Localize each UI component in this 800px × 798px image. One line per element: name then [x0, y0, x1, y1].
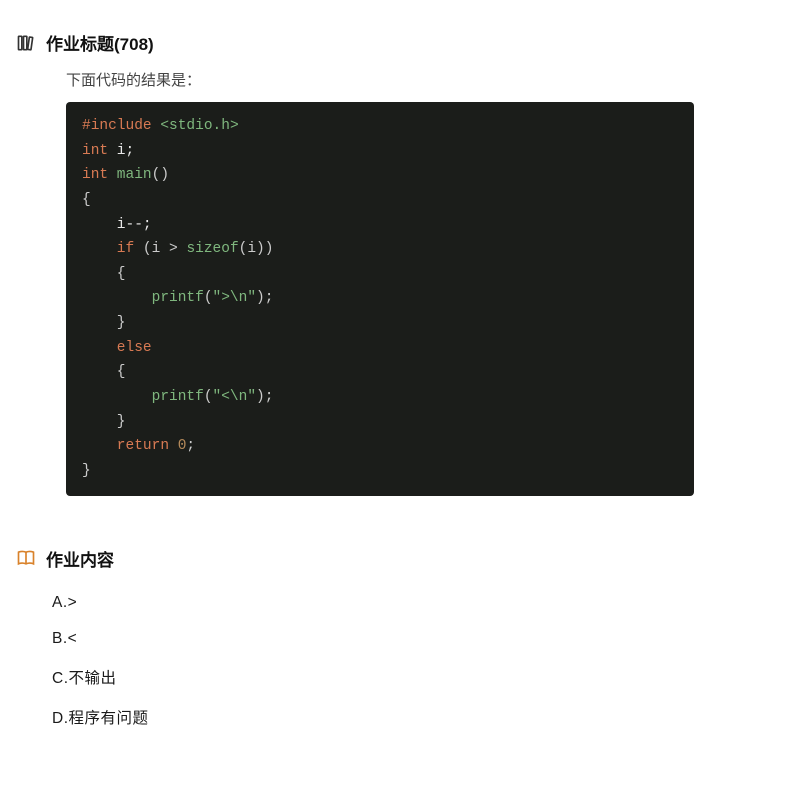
code-token: sizeof [186, 241, 238, 257]
option-a[interactable]: A.> [52, 585, 784, 621]
code-token: i--; [82, 217, 152, 233]
code-token: } [82, 414, 126, 430]
code-token: { [82, 364, 126, 380]
books-icon [16, 33, 36, 53]
code-token: { [82, 192, 91, 208]
code-token: ( [204, 389, 213, 405]
code-token: <stdio.h> [152, 118, 239, 134]
code-token: } [82, 315, 126, 331]
question-description: 下面代码的结果是： [66, 69, 784, 90]
options-list: A.> B.< C.不输出 D.程序有问题 [52, 585, 784, 737]
code-token: ( [204, 290, 213, 306]
open-book-icon [16, 548, 36, 568]
code-token: #include [82, 118, 152, 134]
code-token: 0 [169, 438, 186, 454]
code-token: printf [82, 290, 204, 306]
code-token: () [152, 167, 169, 183]
code-token: printf [82, 389, 204, 405]
code-token: int [82, 167, 108, 183]
code-token: ">\n" [213, 290, 257, 306]
code-token: ); [256, 389, 273, 405]
code-token: return [82, 438, 169, 454]
code-token: "<\n" [213, 389, 257, 405]
code-token: ; [186, 438, 195, 454]
code-token: (i)) [239, 241, 274, 257]
option-b[interactable]: B.< [52, 621, 784, 657]
code-block: #include <stdio.h> int i; int main() { i… [66, 102, 694, 496]
content-section-header: 作业内容 [16, 546, 784, 571]
code-token: i; [108, 143, 134, 159]
option-c[interactable]: C.不输出 [52, 657, 784, 697]
title-heading: 作业标题(708) [46, 30, 154, 55]
title-section-header: 作业标题(708) [16, 30, 784, 55]
code-token: main [108, 167, 152, 183]
code-token: if [82, 241, 134, 257]
code-token: } [82, 463, 91, 479]
code-token: (i > [134, 241, 186, 257]
code-token: { [82, 266, 126, 282]
code-token: int [82, 143, 108, 159]
code-token: ); [256, 290, 273, 306]
option-d[interactable]: D.程序有问题 [52, 697, 784, 737]
content-heading: 作业内容 [46, 546, 114, 571]
code-token: else [82, 340, 152, 356]
